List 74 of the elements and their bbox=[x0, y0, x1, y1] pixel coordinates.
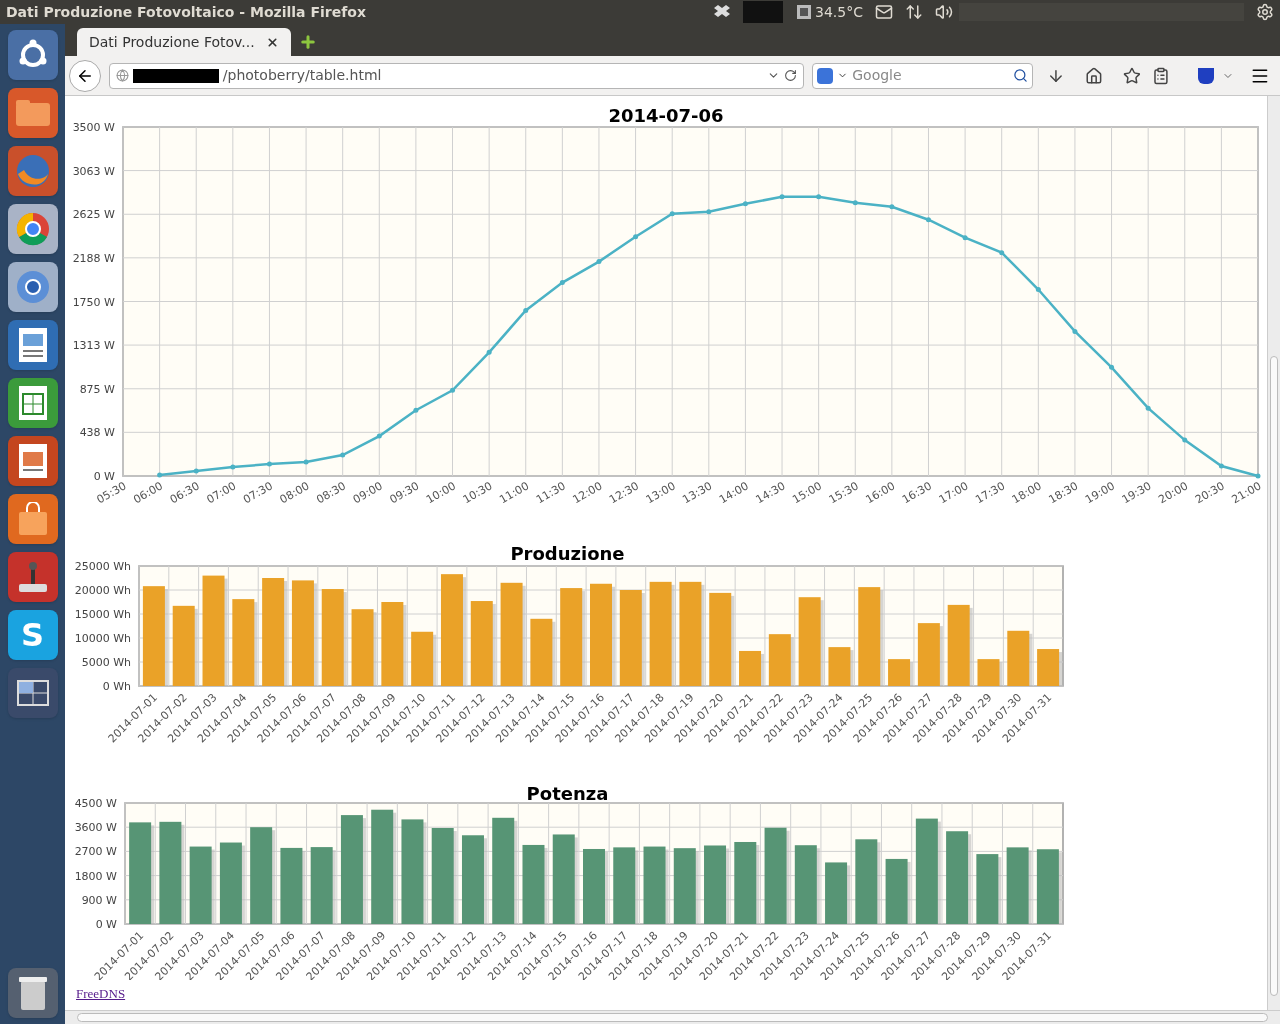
tick-label: 25000 Wh bbox=[74, 560, 131, 573]
new-tab-icon[interactable] bbox=[299, 33, 317, 51]
bar bbox=[1007, 630, 1033, 686]
tick-label: 5000 Wh bbox=[81, 656, 131, 669]
bar bbox=[888, 659, 914, 686]
tick-label: 15000 Wh bbox=[74, 608, 131, 621]
ring-logo-icon[interactable] bbox=[7, 204, 58, 254]
vertical-scrollbar[interactable] bbox=[1267, 96, 1280, 1010]
tick-label: 1750 W bbox=[72, 295, 115, 309]
bar bbox=[768, 634, 794, 686]
tick-label: 3500 W bbox=[72, 121, 115, 134]
horizontal-scrollbar[interactable] bbox=[65, 1010, 1280, 1024]
chart-title: Produzione bbox=[510, 543, 625, 564]
tick-label: 10000 Wh bbox=[74, 632, 131, 645]
spreadsheet-icon[interactable] bbox=[7, 378, 58, 428]
document-icon[interactable] bbox=[7, 320, 58, 370]
address-field[interactable]: /photoberry/table.html bbox=[108, 62, 805, 89]
mail-icon[interactable] bbox=[875, 3, 893, 21]
network-icon[interactable] bbox=[905, 3, 923, 21]
settings-icon[interactable] bbox=[1256, 3, 1274, 21]
star-icon[interactable] bbox=[1122, 66, 1141, 85]
reload-icon[interactable] bbox=[784, 69, 798, 82]
chart-title: Potenza bbox=[526, 783, 609, 804]
tick-label: 2188 W bbox=[72, 251, 115, 265]
tick-label: 2700 W bbox=[74, 845, 117, 859]
bar bbox=[917, 623, 943, 686]
globe-icon[interactable] bbox=[7, 146, 58, 196]
back-button[interactable] bbox=[69, 59, 101, 92]
search-icon[interactable] bbox=[1012, 68, 1028, 83]
ubuntu-logo-icon[interactable] bbox=[7, 30, 58, 80]
globe-icon bbox=[115, 69, 129, 82]
window-title: Dati Produzione Fotovoltaico - Mozilla Firefox bbox=[6, 2, 366, 22]
freedns-link[interactable]: FreeDNS bbox=[76, 984, 126, 1004]
bar bbox=[411, 631, 437, 686]
tick-label: 1800 W bbox=[74, 869, 117, 883]
chip-icon[interactable] bbox=[795, 3, 814, 21]
volume-icon[interactable] bbox=[935, 3, 953, 21]
chart-title: 2014-07-06 bbox=[608, 105, 724, 126]
shopping-bag-icon[interactable] bbox=[7, 494, 58, 544]
tick-label: 875 W bbox=[79, 382, 115, 396]
bar bbox=[1037, 649, 1063, 686]
bar bbox=[828, 647, 854, 686]
tick-label: 1313 W bbox=[72, 339, 115, 353]
bar bbox=[825, 862, 851, 924]
tick-label: 2625 W bbox=[72, 208, 115, 222]
folder-icon[interactable] bbox=[7, 88, 58, 138]
bar bbox=[977, 659, 1003, 686]
shield-icon[interactable] bbox=[1198, 67, 1215, 84]
tick-label: 438 W bbox=[79, 426, 115, 440]
presentation-icon[interactable] bbox=[7, 436, 58, 486]
ring-logo-icon[interactable] bbox=[7, 262, 58, 312]
tick-label: 20000 Wh bbox=[74, 584, 131, 597]
browser-tab[interactable]: Dati Produzione Fotov... bbox=[77, 28, 291, 56]
tick-label: 3600 W bbox=[74, 821, 117, 835]
clipboard-icon[interactable] bbox=[1152, 66, 1171, 85]
tick-label: 900 W bbox=[81, 893, 117, 907]
search-engine-icon[interactable] bbox=[817, 67, 834, 84]
tick-label: 3063 W bbox=[72, 164, 115, 178]
box-icon[interactable] bbox=[713, 4, 732, 20]
tick-label: 4500 W bbox=[74, 797, 117, 810]
bar bbox=[976, 854, 1002, 924]
redaction-block bbox=[743, 1, 784, 23]
workspaces-icon[interactable] bbox=[7, 668, 58, 718]
bar bbox=[530, 618, 556, 686]
search-field[interactable]: Google bbox=[812, 62, 1033, 89]
tick-label: 0 Wh bbox=[102, 680, 131, 693]
home-icon[interactable] bbox=[1084, 66, 1103, 85]
temperature-reading: 34.5°C bbox=[815, 2, 863, 22]
joystick-icon[interactable] bbox=[7, 552, 58, 602]
close-icon[interactable] bbox=[266, 35, 279, 49]
tick-label: 0 W bbox=[95, 918, 117, 931]
trash-icon[interactable] bbox=[7, 968, 58, 1018]
tick-label: 0 W bbox=[93, 470, 115, 483]
bar bbox=[739, 650, 765, 686]
